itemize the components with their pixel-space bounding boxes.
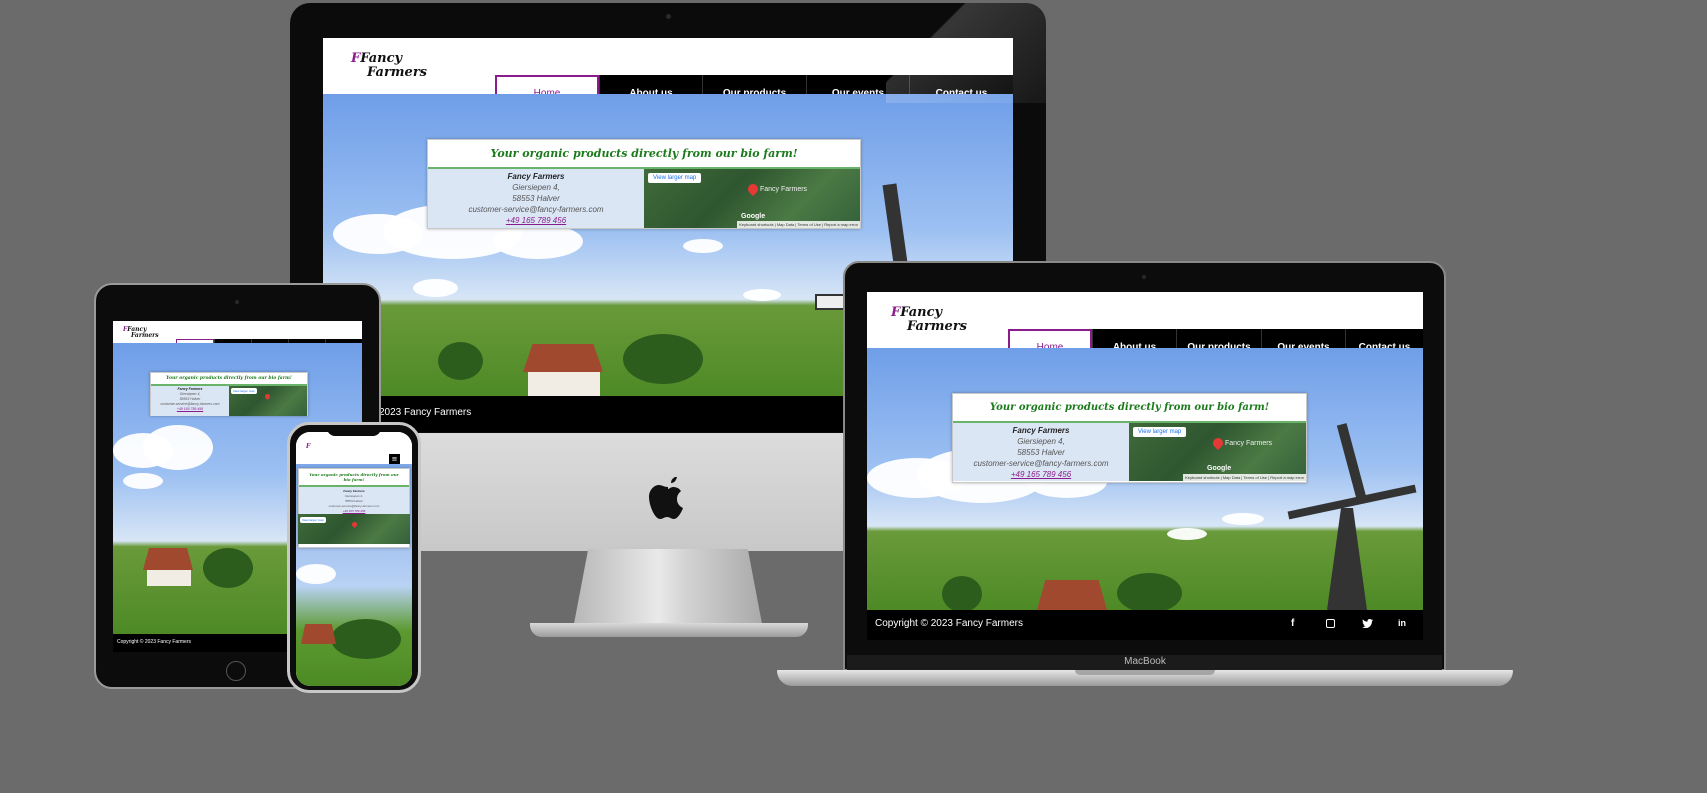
google-label: Google [1207,465,1232,472]
view-larger-map-button[interactable]: View larger map [648,173,702,183]
macbook-label: MacBook [1124,656,1166,667]
macbook-camera [1142,275,1146,279]
embedded-map[interactable]: View larger map Fancy Farmers Google Key… [1129,423,1306,481]
ipad-home-button [226,661,246,681]
map-pin-icon [1210,435,1226,451]
imac-glare [886,3,1046,103]
farmhouse-wall [147,570,191,586]
macbook-screen: FFancy Farmers Home About us Our product… [867,292,1423,640]
address-name: Fancy Farmers [1012,426,1070,435]
address-street: Giersiepen 4, [512,183,560,192]
ipad-camera [235,300,239,304]
imac-base [530,623,808,637]
address-city: 58553 Halver [1017,448,1065,457]
facebook-icon[interactable]: f [1291,618,1294,629]
cloud [413,279,458,297]
windmill-blade [882,183,908,265]
footer-copyright: Copyright © 2023 Fancy Farmers [875,618,1023,629]
cloud [683,239,723,253]
farmhouse-roof [143,548,193,570]
address-city: 58553 Halver [512,194,560,203]
cloud [296,564,336,584]
iphone-notch [327,426,381,436]
address-name: Fancy Farmers [507,172,565,181]
tree [1117,573,1182,610]
address-street: Giersiepen 4, [1017,437,1065,446]
linkedin-icon[interactable]: in [1398,618,1406,628]
site-logo[interactable]: F [306,443,310,450]
address-email[interactable]: customer-service@fancy-farmers.com [953,458,1129,469]
cloud [493,224,583,259]
windmill-blade [1336,423,1368,503]
site-footer: Copyright © 2023 Fancy Farmers f in [867,610,1423,640]
card-title: Your organic products directly from our … [299,469,409,487]
view-larger-map-button[interactable]: View larger map [1133,427,1187,437]
card-title: Your organic products directly from our … [151,373,307,386]
tree [942,576,982,610]
farmhouse-roof [523,344,603,372]
embedded-map[interactable]: View larger map [229,386,307,416]
cloud [1167,528,1207,540]
map-place-label: Fancy Farmers [1225,440,1273,447]
windmill-blade [815,294,845,310]
site-logo[interactable]: FFancy Farmers [123,326,159,340]
address-block: Fancy Farmers Giersiepen 4, 58553 Halver… [151,386,229,416]
site-header: FFancy Farmers Home About us Our product… [867,292,1423,366]
site-header: FFancy Farmers Home About us Our product… [113,321,362,356]
address-email[interactable]: customer-service@fancy-farmers.com [428,204,644,215]
view-larger-map-button[interactable]: View larger map [300,517,326,523]
menu-icon[interactable]: ≡ [389,454,400,464]
macbook-notch [1075,670,1215,675]
twitter-icon[interactable] [1362,619,1373,628]
contact-card: Your organic products directly from our … [150,372,308,416]
contact-card: Your organic products directly from our … [952,393,1307,483]
embedded-map[interactable]: View larger map [298,514,410,544]
footer-copyright: Copyright © 2023 Fancy Farmers [117,639,191,645]
map-footer: Keyboard shortcuts | Map Data | Terms of… [737,221,860,228]
view-larger-map-button[interactable]: View larger map [231,388,257,394]
map-pin-icon [350,520,359,529]
site-logo[interactable]: FFancy Farmers [351,52,427,79]
site-logo[interactable]: FFancy Farmers [891,306,967,333]
apple-logo-icon [649,477,683,519]
google-label: Google [741,213,766,220]
cloud [743,289,781,301]
embedded-map[interactable]: View larger map Fancy Farmers Google Key… [644,169,860,228]
address-phone[interactable]: +49 165 789 456 [428,215,644,226]
cloud [143,425,213,470]
imac-stand [573,549,763,629]
tree [331,619,401,659]
map-pin-icon [745,181,761,197]
farmhouse-wall [528,372,600,396]
imac-camera [666,14,671,19]
site-header: F ≡ [296,432,412,464]
card-title: Your organic products directly from our … [953,394,1306,423]
tree [438,342,483,380]
address-block: Fancy Farmers Giersiepen 4, 58553 Halver… [299,487,409,516]
card-title: Your organic products directly from our … [428,140,860,169]
tree [203,548,253,588]
address-phone[interactable]: +49 165 789 456 [953,469,1129,480]
farmhouse-roof [301,624,336,644]
map-pin-icon [263,392,272,401]
windmill-tower [1327,508,1367,610]
address-block: Fancy Farmers Giersiepen 4, 58553 Halver… [428,169,644,228]
tree [623,334,703,384]
footer-copyright: 2023 Fancy Farmers [379,407,472,418]
instagram-icon[interactable] [1326,619,1335,628]
iphone-screen: F ≡ Your organic products directly from … [296,432,412,686]
cloud [123,473,163,489]
address-block: Fancy Farmers Giersiepen 4, 58553 Halver… [953,423,1129,481]
map-footer: Keyboard shortcuts | Map Data | Terms of… [1183,474,1306,481]
contact-card: Your organic products directly from our … [427,139,861,229]
cloud [1222,513,1264,525]
map-place-label: Fancy Farmers [760,186,808,193]
farmhouse-roof [1037,580,1107,610]
address-phone[interactable]: +49 165 789 456 [151,407,229,412]
